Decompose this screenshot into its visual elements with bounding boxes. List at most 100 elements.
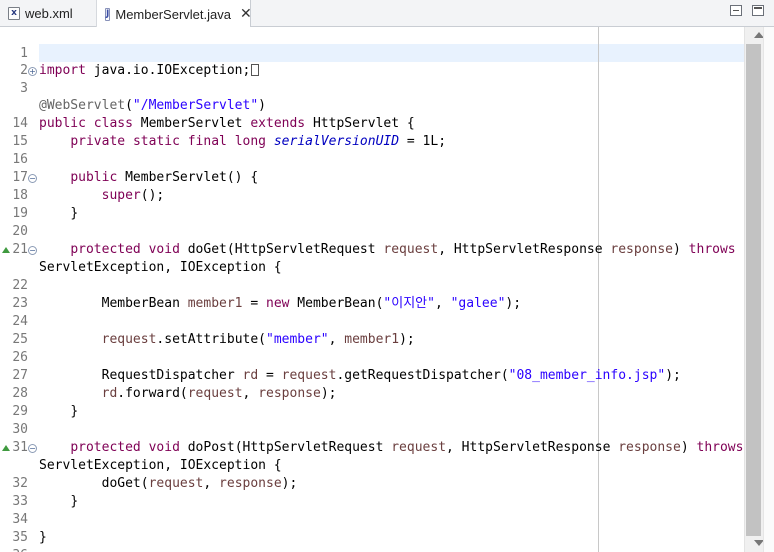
scrollbar-track[interactable] xyxy=(745,27,764,552)
code-text: ); xyxy=(505,296,522,311)
code-line: 34 } xyxy=(0,493,744,527)
close-icon[interactable]: ✕ xyxy=(240,6,252,22)
code-text: (); xyxy=(140,188,165,203)
parameter: response xyxy=(618,440,681,455)
keyword: public xyxy=(70,170,118,185)
code-text: ); xyxy=(320,386,337,401)
code-line: 33 doGet(request, response); xyxy=(0,475,744,509)
override-marker-icon[interactable] xyxy=(2,445,10,451)
parameter: request xyxy=(383,242,439,257)
code-text: ) xyxy=(680,440,697,455)
tab-web-xml[interactable]: x web.xml xyxy=(0,0,97,27)
code-text: MemberServlet xyxy=(132,116,251,131)
code-line: 23 xyxy=(0,277,744,311)
string-literal: "/MemberServlet" xyxy=(132,98,259,113)
code-line: 31 xyxy=(0,421,744,455)
code-text: , xyxy=(328,332,345,347)
code-text: MemberServlet() { xyxy=(117,170,259,185)
parameter: request xyxy=(281,368,337,383)
line-number: 3 xyxy=(20,81,28,96)
code-text: , xyxy=(242,386,259,401)
parameter: response xyxy=(219,476,282,491)
string-literal: "08_member_info.jsp" xyxy=(508,368,666,383)
code-line: 3 + import java.io.IOException; xyxy=(0,62,744,96)
keyword: public xyxy=(39,116,86,131)
keyword: final xyxy=(187,134,227,149)
code-line: 19 super(); xyxy=(0,187,744,221)
code-text: ); xyxy=(399,332,415,347)
code-text: } xyxy=(70,494,79,509)
keyword: long xyxy=(234,134,267,149)
code-line: 21 xyxy=(0,223,744,257)
code-text: ) xyxy=(258,98,266,113)
code-line: 28 RequestDispatcher rd = request.getReq… xyxy=(0,367,744,401)
parameter: request xyxy=(148,476,204,491)
keyword: extends xyxy=(250,116,306,131)
keyword: protected xyxy=(70,242,141,257)
code-text: , HttpServletResponse xyxy=(446,440,619,455)
code-line: 15 public class MemberServlet extends Ht… xyxy=(0,115,744,149)
code-line: 35 xyxy=(0,511,744,545)
tab-label: web.xml xyxy=(25,6,73,21)
field-name: serialVersionUID xyxy=(273,134,400,149)
string-literal: "member" xyxy=(266,332,329,347)
minimize-icon[interactable] xyxy=(730,5,742,16)
code-text: MemberBean( xyxy=(289,296,384,311)
vertical-scrollbar[interactable] xyxy=(744,27,774,552)
expand-fold-icon[interactable]: + xyxy=(28,67,37,76)
code-text: , HttpServletResponse xyxy=(438,242,611,257)
maximize-icon[interactable] xyxy=(752,5,764,16)
code-line: 16 private static final long serialVersi… xyxy=(0,133,744,167)
collapse-fold-icon[interactable]: − xyxy=(28,444,37,453)
code-line-wrapped: ServletException, IOException { xyxy=(0,259,744,277)
code-line: 36 } xyxy=(0,529,744,552)
parameter: request xyxy=(391,440,447,455)
xml-file-icon: x xyxy=(8,7,20,20)
keyword: import xyxy=(39,63,86,78)
tab-label: MemberServlet.java xyxy=(115,6,231,22)
code-text: = xyxy=(242,296,266,311)
collapse-fold-icon[interactable]: − xyxy=(28,246,37,255)
code-text: = xyxy=(258,368,282,383)
code-text: HttpServlet { xyxy=(305,116,415,131)
code-line: 18 − public MemberServlet() { xyxy=(0,169,744,203)
overview-ruler[interactable] xyxy=(763,27,774,552)
code-editor[interactable]: 1 2 3 + import java.io.IOException; 14 @… xyxy=(0,27,744,552)
code-line-wrapped: ServletException, IOException { xyxy=(0,457,744,475)
code-line: 27 xyxy=(0,349,744,383)
parameter: request xyxy=(187,386,243,401)
code-text: } xyxy=(70,206,79,221)
keyword: void xyxy=(148,242,180,257)
code-text: } xyxy=(39,530,47,545)
tab-member-servlet-java[interactable]: J MemberServlet.java ✕ xyxy=(97,0,252,28)
keyword: throws xyxy=(688,242,736,257)
code-text: MemberBean xyxy=(101,296,188,311)
code-text: ( xyxy=(125,98,133,113)
code-line: 24 MemberBean member1 = new MemberBean("… xyxy=(0,295,744,329)
line-number: 36 xyxy=(0,547,28,552)
keyword: protected xyxy=(70,440,141,455)
code-text: doGet( xyxy=(101,476,149,491)
editor-tab-bar: x web.xml J MemberServlet.java ✕ xyxy=(0,0,774,28)
scrollbar-thumb[interactable] xyxy=(746,44,761,536)
code-line: 17 xyxy=(0,151,744,185)
code-line: 22 − protected void doGet(HttpServletReq… xyxy=(0,241,744,293)
code-text: ); xyxy=(281,476,298,491)
code-line: 30 } xyxy=(0,403,744,437)
code-text: doPost(HttpServletRequest xyxy=(179,440,392,455)
keyword: new xyxy=(266,296,290,311)
code-line: 32 − protected void doPost(HttpServletRe… xyxy=(0,439,744,491)
parameter: request xyxy=(101,332,157,347)
code-text: = 1L; xyxy=(399,134,447,149)
code-text: .forward( xyxy=(117,386,188,401)
annotation: @WebServlet xyxy=(39,98,126,113)
parameter: response xyxy=(258,386,321,401)
string-literal: "galee" xyxy=(450,296,506,311)
java-file-icon: J xyxy=(105,7,111,21)
override-marker-icon[interactable] xyxy=(2,247,10,253)
code-line: 29 rd.forward(request, response); xyxy=(0,385,744,419)
collapse-fold-icon[interactable]: − xyxy=(28,174,37,183)
code-line: 26 request.setAttribute("member", member… xyxy=(0,331,744,365)
code-text: .getRequestDispatcher( xyxy=(336,368,509,383)
folded-block-marker[interactable] xyxy=(251,64,260,76)
